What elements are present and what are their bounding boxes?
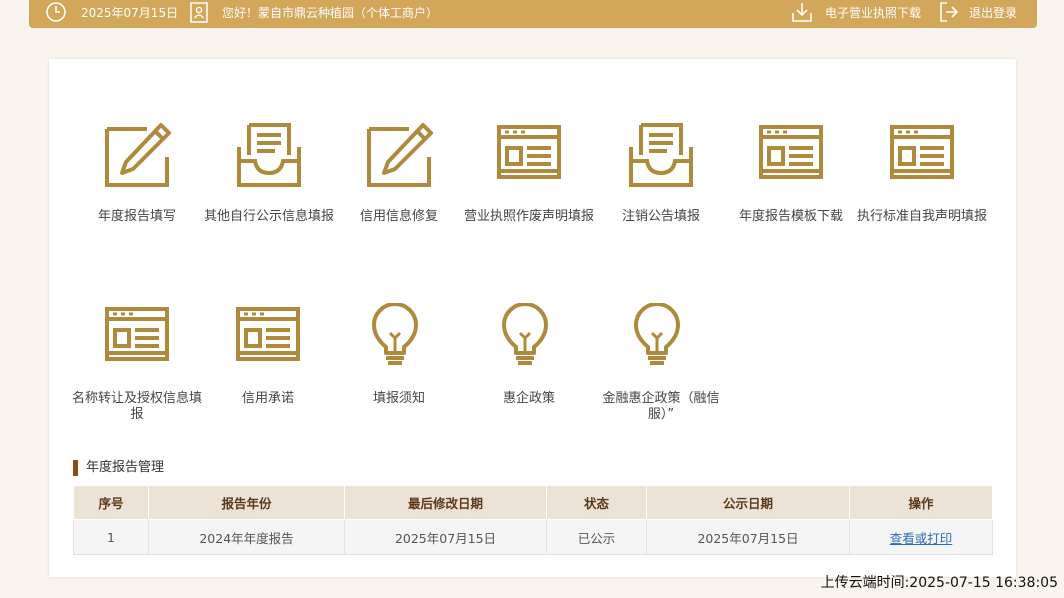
tile-label: 金融惠企政策（融信服）” [602, 391, 720, 422]
col-header-year: 报告年份 [148, 485, 345, 520]
logout-link[interactable]: 退出登录 [939, 0, 1017, 24]
view-print-link[interactable]: 查看或打印 [890, 531, 953, 546]
section-title: 年度报告管理 [73, 460, 164, 476]
table-row: 1 2024年年度报告 2025年07月15日 已公示 2025年07月15日 … [73, 519, 993, 555]
download-license-link[interactable]: 电子营业执照下载 [791, 0, 921, 24]
tile-label: 填报须知 [372, 391, 425, 406]
lightbulb-icon [372, 303, 418, 365]
form-window-icon [236, 307, 300, 361]
col-header-action: 操作 [849, 485, 993, 520]
pencil-edit-icon [367, 123, 433, 187]
annual-report-table: 序号 报告年份 最后修改日期 状态 公示日期 操作 1 2024年年度报告 20… [73, 485, 993, 555]
tile-label: 其他自行公示信息填报 [203, 209, 334, 224]
lightbulb-icon [634, 303, 680, 365]
col-header-published: 公示日期 [646, 485, 850, 520]
form-window-icon [105, 307, 169, 361]
tile-label: 惠企政策 [502, 391, 555, 406]
cell-modified: 2025年07月15日 [344, 519, 547, 555]
tile-license-void[interactable]: 营业执照作废声明填报 [463, 121, 595, 225]
tile-label: 信用信息修复 [359, 209, 438, 224]
lightbulb-icon [502, 303, 548, 365]
col-header-status: 状态 [546, 485, 647, 520]
cell-action: 查看或打印 [849, 519, 993, 555]
cell-status: 已公示 [546, 519, 647, 555]
form-window-icon [890, 125, 954, 179]
table-header-row: 序号 报告年份 最后修改日期 状态 公示日期 操作 [73, 485, 993, 520]
inbox-document-icon [629, 123, 693, 187]
clock-icon [45, 1, 67, 23]
download-license-text[interactable]: 电子营业执照下载 [825, 4, 921, 21]
tile-enterprise-policy[interactable]: 惠企政策 [463, 303, 595, 407]
tile-credit-commitment[interactable]: 信用承诺 [202, 303, 334, 407]
tile-label: 年度报告填写 [97, 209, 176, 224]
tile-filing-notice[interactable]: 填报须知 [333, 303, 465, 407]
top-bar: 2025年07月15日 您好！蒙自市鼎云种植园（个体工商户） 电子营业执照下载 … [29, 0, 1037, 28]
col-header-index: 序号 [73, 485, 149, 520]
date-display: 2025年07月15日 [45, 0, 178, 24]
download-icon [791, 1, 813, 23]
tile-label: 执行标准自我声明填报 [856, 209, 987, 224]
inbox-document-icon [237, 123, 301, 187]
greeting-text: 您好！蒙自市鼎云种植园（个体工商户） [222, 5, 439, 20]
tile-label: 信用承诺 [241, 391, 294, 406]
greeting: 您好！蒙自市鼎云种植园（个体工商户） [190, 0, 438, 24]
tile-other-disclosure[interactable]: 其他自行公示信息填报 [202, 121, 336, 225]
cell-index: 1 [73, 519, 149, 555]
upload-time-text: 上传云端时间:2025-07-15 16:38:05 [820, 575, 1058, 591]
tile-label: 名称转让及授权信息填报 [71, 391, 202, 422]
cell-published: 2025年07月15日 [646, 519, 850, 555]
cell-year: 2024年年度报告 [148, 519, 345, 555]
tile-name-transfer[interactable]: 名称转让及授权信息填报 [71, 303, 203, 423]
tile-template-download[interactable]: 年度报告模板下载 [725, 121, 857, 225]
pencil-edit-icon [105, 123, 171, 187]
col-header-modified: 最后修改日期 [344, 485, 547, 520]
logout-icon [939, 1, 959, 23]
tile-finance-policy[interactable]: 金融惠企政策（融信服）” [595, 303, 727, 423]
logout-text[interactable]: 退出登录 [969, 4, 1017, 21]
tile-label: 年度报告模板下载 [738, 209, 843, 224]
tile-label: 注销公告填报 [621, 209, 700, 224]
user-badge-icon [190, 1, 208, 23]
tile-label: 营业执照作废声明填报 [463, 209, 594, 224]
tile-standard-declaration[interactable]: 执行标准自我声明填报 [855, 121, 989, 225]
date-text: 2025年07月15日 [81, 5, 179, 20]
tile-deregistration[interactable]: 注销公告填报 [595, 121, 727, 225]
main-card: 年度报告填写 其他自行公示信息填报 信用信息修复 营业执照作废声明填报 注销公告… [49, 59, 1016, 577]
form-window-icon [497, 125, 561, 179]
tile-credit-repair[interactable]: 信用信息修复 [333, 121, 465, 225]
tile-annual-report-fill[interactable]: 年度报告填写 [71, 121, 203, 225]
form-window-icon [759, 125, 823, 179]
